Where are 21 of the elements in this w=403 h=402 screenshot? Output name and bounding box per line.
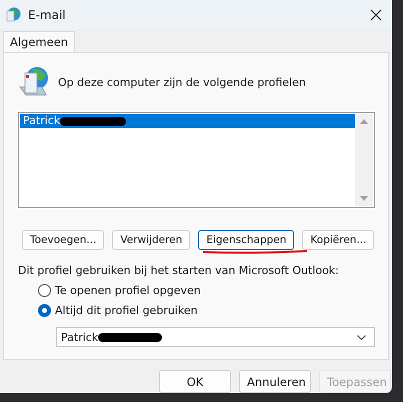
startup-label: Dit profiel gebruiken bij het starten van Microsoft Outlook: [18,264,340,277]
dropdown-value: Patrick [61,330,98,344]
radio-button[interactable] [38,304,51,317]
profile-button[interactable]: Toevoegen... [22,230,104,250]
profile-list[interactable]: Patrick [18,112,375,208]
chevron-down-icon [357,334,366,340]
profile-button[interactable]: Kopiëren... [302,230,374,250]
profile-dropdown[interactable]: Patrick [56,327,375,347]
dialog-button[interactable]: OK [159,370,231,393]
radio-label[interactable]: Altijd dit profiel gebruiken [55,304,198,317]
profile-button[interactable]: Eigenschappen [198,230,294,250]
dialog-button[interactable]: Annuleren [239,370,311,393]
profile-list-item[interactable]: Patrick [20,114,355,128]
radio-label[interactable]: Te openen profiel opgeven [55,284,201,297]
profile-button[interactable]: Verwijderen [112,230,190,250]
radio-button[interactable] [38,284,51,297]
close-icon[interactable] [370,8,382,20]
window-title: E-mail [28,8,67,22]
mail-globe-icon [5,6,21,22]
tab[interactable]: Algemeen [3,31,76,52]
intro-text: Op deze computer zijn de volgende profielen [58,76,306,88]
